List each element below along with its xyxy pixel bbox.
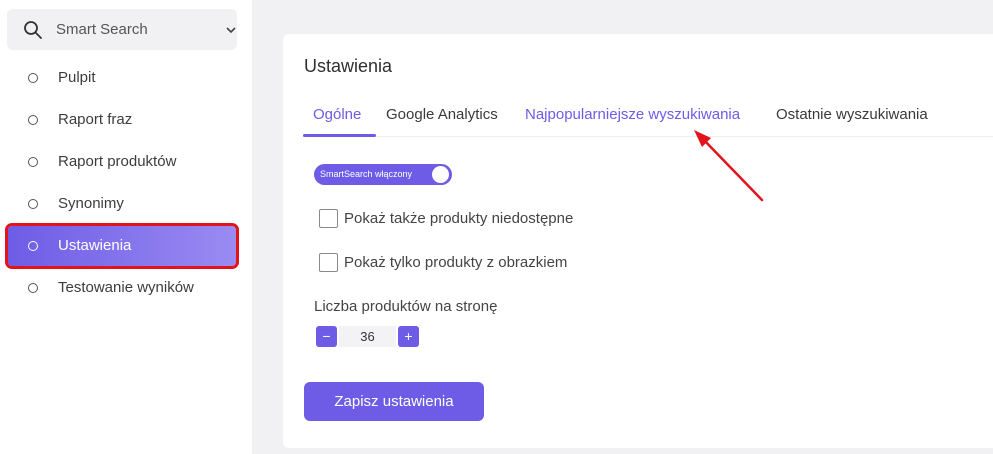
circle-bullet-icon — [28, 73, 38, 83]
show-with-image-checkbox[interactable] — [319, 253, 338, 272]
quantity-value[interactable]: 36 — [339, 326, 396, 347]
show-unavailable-checkbox[interactable] — [319, 209, 338, 228]
settings-card: Ustawienia Ogólne Google Analytics Najpo… — [283, 34, 993, 448]
sidebar-item-raport-fraz[interactable]: Raport fraz — [8, 100, 236, 140]
tab-google-analytics[interactable]: Google Analytics — [386, 106, 498, 123]
sidebar-item-label: Ustawienia — [58, 237, 132, 254]
chevron-down-icon — [226, 27, 236, 34]
sidebar-item-raport-produktow[interactable]: Raport produktów — [8, 142, 236, 182]
annotation-arrow-icon — [694, 130, 764, 202]
sidebar-item-label: Raport fraz — [58, 111, 133, 128]
checkbox-label: Pokaż także produkty niedostępne — [344, 210, 574, 227]
checkbox-row-unavailable: Pokaż także produkty niedostępne — [319, 209, 573, 228]
smartsearch-toggle[interactable]: SmartSearch włączony — [314, 164, 452, 185]
sidebar-item-label: Pulpit — [58, 69, 96, 86]
circle-bullet-icon — [28, 241, 38, 251]
toggle-knob — [432, 166, 449, 183]
active-tab-indicator — [303, 134, 376, 137]
checkbox-row-with-image: Pokaż tylko produkty z obrazkiem — [319, 253, 567, 272]
save-settings-button[interactable]: Zapisz ustawienia — [304, 382, 484, 421]
tab-bar: Ogólne Google Analytics Najpopularniejsz… — [303, 96, 993, 137]
circle-bullet-icon — [28, 157, 38, 167]
circle-bullet-icon — [28, 115, 38, 125]
sidebar-item-label: Testowanie wyników — [58, 279, 194, 296]
tab-ogolne[interactable]: Ogólne — [313, 106, 361, 123]
quantity-stepper: − 36 + — [316, 324, 420, 348]
increment-button[interactable]: + — [398, 326, 419, 347]
decrement-button[interactable]: − — [316, 326, 337, 347]
sidebar-item-label: Raport produktów — [58, 153, 177, 170]
sidebar: Smart Search Pulpit Raport fraz Raport p… — [0, 0, 252, 454]
circle-bullet-icon — [28, 283, 38, 293]
tab-ostatnie-wyszukiwania[interactable]: Ostatnie wyszukiwania — [776, 106, 928, 123]
sidebar-item-synonimy[interactable]: Synonimy — [8, 184, 236, 224]
page-title: Ustawienia — [304, 56, 393, 76]
circle-bullet-icon — [28, 199, 38, 209]
products-per-page-label: Liczba produktów na stronę — [314, 298, 498, 315]
smart-search-dropdown[interactable]: Smart Search — [7, 9, 237, 50]
toggle-label: SmartSearch włączony — [320, 169, 413, 179]
sidebar-item-ustawienia[interactable]: Ustawienia — [5, 223, 239, 269]
search-icon — [24, 21, 42, 39]
sidebar-item-label: Synonimy — [58, 195, 124, 212]
sidebar-item-testowanie-wynikow[interactable]: Testowanie wyników — [8, 268, 236, 308]
checkbox-label: Pokaż tylko produkty z obrazkiem — [344, 254, 568, 271]
sidebar-item-pulpit[interactable]: Pulpit — [8, 58, 236, 98]
smart-search-label: Smart Search — [56, 21, 148, 38]
